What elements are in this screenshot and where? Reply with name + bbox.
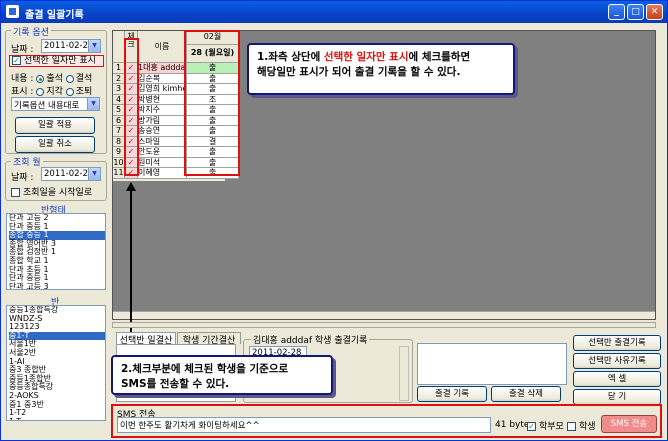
callout2-line2: SMS를 전송할 수 있다. — [121, 378, 230, 390]
lookup-title: 조회 월 — [11, 155, 43, 168]
class-list[interactable]: 중등1종합특강 WNDZ-S 123123 중1-T 서울1반 서울2반 1-AI 중3 종합… — [6, 305, 106, 421]
class-type-list[interactable]: 단과 고등 2 단과 중등 1 종합 중등 1 종합 영어반 3 종합 검정반 1 종합 … — [6, 213, 106, 290]
student-name: 김순복 — [138, 73, 187, 84]
student-name: 박병현 — [138, 94, 187, 105]
checkbox-icon — [11, 188, 20, 197]
title-bar: 출결 일괄기록 _ □ ✕ — [1, 1, 667, 23]
chevron-down-icon: ▼ — [88, 168, 100, 180]
student-name: 김영희 kimhee — [138, 84, 187, 95]
arrow-up-icon — [126, 182, 136, 191]
check-column-highlight — [124, 38, 139, 176]
class-reason-record-button[interactable]: 선택반 사유기록 — [573, 353, 661, 369]
parent-checkbox[interactable]: ✓ 학부모 — [527, 419, 564, 432]
attendance-record-button[interactable]: 출결 기록 — [417, 386, 487, 402]
close-button[interactable]: ✕ — [646, 4, 663, 20]
sms-byte-count: 41 byte — [495, 420, 530, 430]
radio-attend[interactable] — [36, 74, 45, 83]
student-checkbox[interactable]: 학생 — [567, 419, 596, 432]
splitter[interactable] — [112, 322, 656, 328]
date-picker[interactable]: 2011-02-28 ▼ — [41, 39, 101, 53]
parent-label: 학부모 — [539, 422, 564, 432]
radio-early[interactable] — [65, 87, 74, 96]
student-name: 방가림 — [138, 115, 187, 126]
student-name: 송승연 — [138, 126, 187, 137]
date-label: 날짜 : — [11, 45, 34, 55]
callout2-line1: 2.체크부분에 체크된 학생을 기준으로 — [121, 363, 289, 375]
record-option-value: 기록옵션 내용대로 — [14, 101, 80, 111]
class-attendance-record-button[interactable]: 선택반 출결기록 — [573, 335, 661, 351]
check-icon: ✓ — [12, 56, 21, 65]
student-label: 학생 — [579, 422, 596, 432]
student-name: 이혜영 — [138, 168, 187, 179]
lookup-start-checkbox[interactable]: 조회일을 시작일로 — [11, 185, 92, 198]
excel-button[interactable]: 엑 셀 — [573, 371, 661, 387]
window-title: 출결 일괄기록 — [25, 10, 84, 21]
record-option-select[interactable]: 기록옵션 내용대로 ▼ — [11, 97, 100, 111]
close-window-button[interactable]: 닫 기 — [573, 389, 661, 405]
cancel-all-button[interactable]: 일괄 취소 — [15, 136, 95, 153]
radio-attend-label: 출석 — [46, 74, 63, 84]
student-name: 스마일 — [138, 136, 187, 147]
list-item[interactable]: 1-T2 — [9, 409, 105, 418]
radio-late-label: 지각 — [46, 87, 63, 97]
lookup-date-picker[interactable]: 2011-02-28 ▼ — [41, 167, 101, 181]
lookup-start-label: 조회일을 시작일로 — [23, 188, 93, 198]
only-selected-date-checkbox[interactable]: ✓ 선택한 일자만 표시 — [9, 55, 104, 67]
checkbox-icon — [567, 422, 576, 431]
maximize-button[interactable]: □ — [627, 4, 644, 20]
display-row: 표시 : 지각 조퇴 — [11, 84, 92, 97]
callout1-line2: 해당일만 표시가 되어 출결 기록을 할 수 있다. — [257, 66, 461, 78]
chevron-down-icon: ▼ — [88, 40, 100, 52]
attendance-delete-button[interactable]: 출결 삭제 — [491, 386, 561, 402]
radio-absent-label: 결석 — [75, 74, 93, 84]
content-row: 내용 : 출석 결석 — [11, 71, 92, 84]
callout-only-selected-date: 1.좌측 상단에 선택한 일자만 표시에 체크를하면 해당일만 표시가 되어 출… — [247, 43, 515, 95]
list-item[interactable]: 1-T — [9, 417, 105, 420]
list-item[interactable]: 단과 고등 3 — [9, 282, 105, 289]
display-label: 표시 : — [11, 87, 34, 97]
sms-send-button[interactable]: SMS 전송 — [601, 415, 657, 433]
radio-absent[interactable] — [65, 74, 74, 83]
only-selected-label: 선택한 일자만 표시 — [24, 56, 96, 66]
minimize-button[interactable]: _ — [608, 4, 625, 20]
apply-all-button[interactable]: 일괄 적용 — [15, 117, 95, 134]
grid-scrollbar[interactable] — [113, 311, 655, 319]
radio-late[interactable] — [36, 87, 45, 96]
callout-sms-check: 2.체크부분에 체크된 학생을 기준으로 SMS를 전송할 수 있다. — [111, 355, 333, 395]
app-icon — [6, 5, 19, 18]
lookup-date-value: 2011-02-28 — [44, 169, 94, 179]
student-name: 안도윤 — [138, 147, 187, 158]
student-name: 원미석 — [138, 157, 187, 168]
sms-message-input[interactable]: 이번 한주도 활기차게 화이팅하세요^^ — [117, 417, 491, 433]
content-label: 내용 : — [11, 74, 34, 84]
date-value: 2011-02-28 — [44, 41, 94, 51]
day-column-highlight — [184, 30, 240, 176]
check-icon: ✓ — [527, 422, 536, 431]
radio-early-label: 조퇴 — [75, 87, 93, 97]
chevron-down-icon: ▼ — [87, 98, 99, 110]
tab-class-daily[interactable]: 선택반 일결산 — [116, 332, 176, 346]
lookup-date-label: 날짜 : — [11, 173, 34, 183]
tab-student-period[interactable]: 학생 기간결산 — [177, 332, 241, 346]
memo-box[interactable] — [417, 343, 567, 385]
record-title: 김대홍 adddaf 학생 출결기록 — [251, 333, 370, 346]
student-name: 1대홍 adddaf — [138, 63, 187, 74]
record-scrollbar[interactable] — [399, 346, 409, 401]
name-column-header: 이름 — [138, 31, 187, 63]
app-window: 출결 일괄기록 _ □ ✕ 기록 옵션 날짜 : 2011-02-28 ▼ ✓ 선택… — [0, 0, 668, 441]
student-name: 박지수 — [138, 105, 187, 116]
record-options-title: 기록 옵션 — [11, 25, 51, 38]
callout1-line1: 1.좌측 상단에 선택한 일자만 표시에 체크를하면 — [257, 51, 471, 63]
